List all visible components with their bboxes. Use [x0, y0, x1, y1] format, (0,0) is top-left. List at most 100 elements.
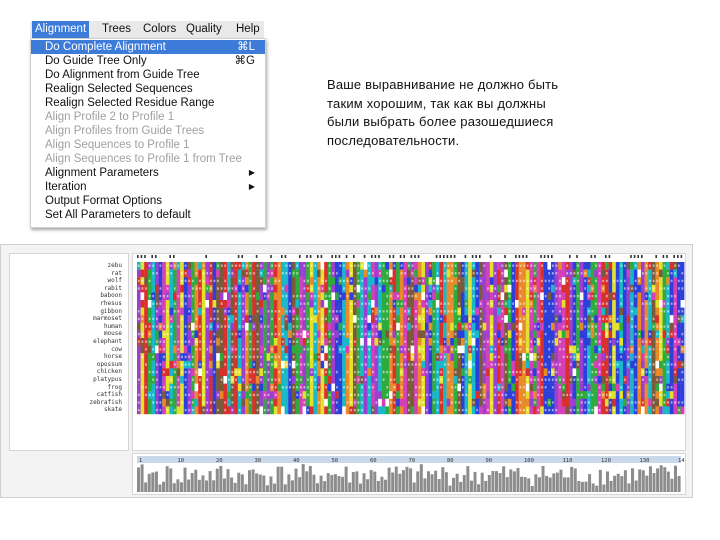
alignment-panel[interactable] [132, 253, 686, 451]
conservation-mark [255, 255, 258, 258]
menu-item-realign-selected-sequences[interactable]: Realign Selected Sequences [31, 82, 265, 96]
residue-cell [594, 269, 598, 278]
residue-letter [238, 302, 241, 305]
residue-cell [367, 376, 372, 384]
sequence-name[interactable]: gibbon [100, 308, 122, 315]
quality-bar [244, 484, 248, 492]
menu-item-realign-selected-residue-range[interactable]: Realign Selected Residue Range [31, 96, 265, 110]
residue-letter [137, 310, 140, 313]
residue-cell [536, 360, 541, 369]
residue-letter [303, 294, 306, 298]
residue-letter [508, 348, 511, 351]
sequence-name[interactable]: skate [104, 406, 122, 413]
menu-item-label: Realign Selected Sequences [45, 83, 193, 95]
residue-cell [374, 338, 379, 346]
residue-letter [681, 317, 684, 321]
residue-cell [374, 383, 379, 392]
residue-letter [573, 408, 576, 412]
residue-cell [569, 330, 573, 339]
sequence-name[interactable]: rabit [104, 285, 122, 292]
quality-bar [588, 474, 592, 492]
residue-cell [601, 368, 606, 377]
sequence-name[interactable]: wolf [108, 277, 122, 284]
sequence-name[interactable]: elephant [93, 338, 122, 345]
menu-item-do-complete-alignment[interactable]: Do Complete Alignment ⌘L [31, 40, 265, 54]
residue-letter [479, 310, 482, 313]
residue-cell [245, 406, 249, 415]
menu-colors[interactable]: Colors [140, 21, 179, 38]
residue-letter [314, 332, 317, 336]
residue-letter [220, 287, 223, 290]
residue-cell [525, 315, 530, 323]
residue-letter [515, 317, 518, 321]
residue-cell [356, 330, 361, 339]
menu-item-do-guide-tree-only[interactable]: Do Guide Tree Only ⌘G [31, 54, 265, 68]
residue-letter [411, 355, 414, 359]
sequence-name[interactable]: catfish [97, 391, 122, 398]
residue-letter [227, 378, 230, 381]
sequence-name[interactable]: frog [108, 384, 122, 391]
residue-letter [389, 348, 392, 351]
residue-letter [656, 378, 659, 381]
sequence-name[interactable]: cow [111, 346, 122, 353]
residue-letter [249, 378, 252, 381]
residue-cell [486, 262, 490, 270]
residue-letter [652, 363, 655, 366]
residue-cell [680, 300, 685, 308]
quality-bar [348, 482, 352, 492]
residue-cell [623, 360, 627, 369]
residue-letter [537, 393, 540, 397]
residue-letter [245, 370, 248, 374]
quality-bar [523, 477, 527, 492]
sequence-name[interactable]: baboon [100, 292, 122, 299]
residue-letter [166, 287, 169, 290]
residue-letter [170, 386, 173, 389]
sequence-name[interactable]: chicken [97, 368, 122, 375]
residue-cell [137, 269, 141, 278]
residue-cell [281, 277, 285, 285]
quality-bar [269, 476, 273, 492]
residue-letter [620, 302, 623, 305]
residue-cell [295, 277, 300, 285]
residue-letter [569, 348, 572, 351]
menu-item-iteration[interactable]: Iteration ▶ [31, 180, 265, 194]
residue-letter [598, 363, 601, 366]
quality-bar [452, 477, 456, 492]
sequence-name[interactable]: rat [111, 270, 122, 277]
residue-cell [212, 406, 217, 415]
sequence-name[interactable]: human [104, 323, 122, 330]
menu-alignment[interactable]: Alignment [32, 21, 90, 38]
residue-cell [194, 406, 199, 415]
residue-cell [507, 300, 512, 308]
residue-letter [285, 264, 288, 267]
residue-cell [317, 391, 321, 399]
menu-trees[interactable]: Trees [99, 21, 134, 38]
menu-item-alignment-parameters[interactable]: Alignment Parameters ▶ [31, 166, 265, 180]
residue-letter [551, 363, 554, 366]
menu-item-label: Do Guide Tree Only [45, 55, 147, 67]
sequence-name[interactable]: marmoset [93, 315, 122, 322]
residue-cell [414, 353, 418, 361]
menu-item-do-alignment-from-guide-tree[interactable]: Do Alignment from Guide Tree [31, 68, 265, 82]
sequence-name[interactable]: zebu [108, 262, 122, 269]
residue-letter [541, 355, 543, 359]
residue-letter [422, 386, 425, 389]
residue-letter [188, 393, 191, 397]
residue-letter [573, 378, 576, 381]
residue-cell [522, 322, 526, 331]
residue-letter [422, 370, 425, 374]
residue-letter [523, 370, 525, 374]
menu-quality[interactable]: Quality [183, 21, 225, 38]
sequence-name[interactable]: platypus [93, 376, 122, 383]
sequence-name[interactable]: opossum [97, 361, 122, 368]
sequence-name[interactable]: mouse [104, 330, 122, 337]
menu-item-output-format-options[interactable]: Output Format Options [31, 194, 265, 208]
residue-cell [543, 322, 548, 331]
sequence-name[interactable]: rhesus [100, 300, 122, 307]
residue-letter [656, 340, 659, 343]
sequence-name[interactable]: horse [104, 353, 122, 360]
menu-item-set-all-parameters-to-default[interactable]: Set All Parameters to default [31, 208, 265, 222]
sequence-name[interactable]: zebrafish [89, 399, 122, 406]
menu-help[interactable]: Help [233, 21, 263, 38]
residue-cell [626, 376, 631, 384]
